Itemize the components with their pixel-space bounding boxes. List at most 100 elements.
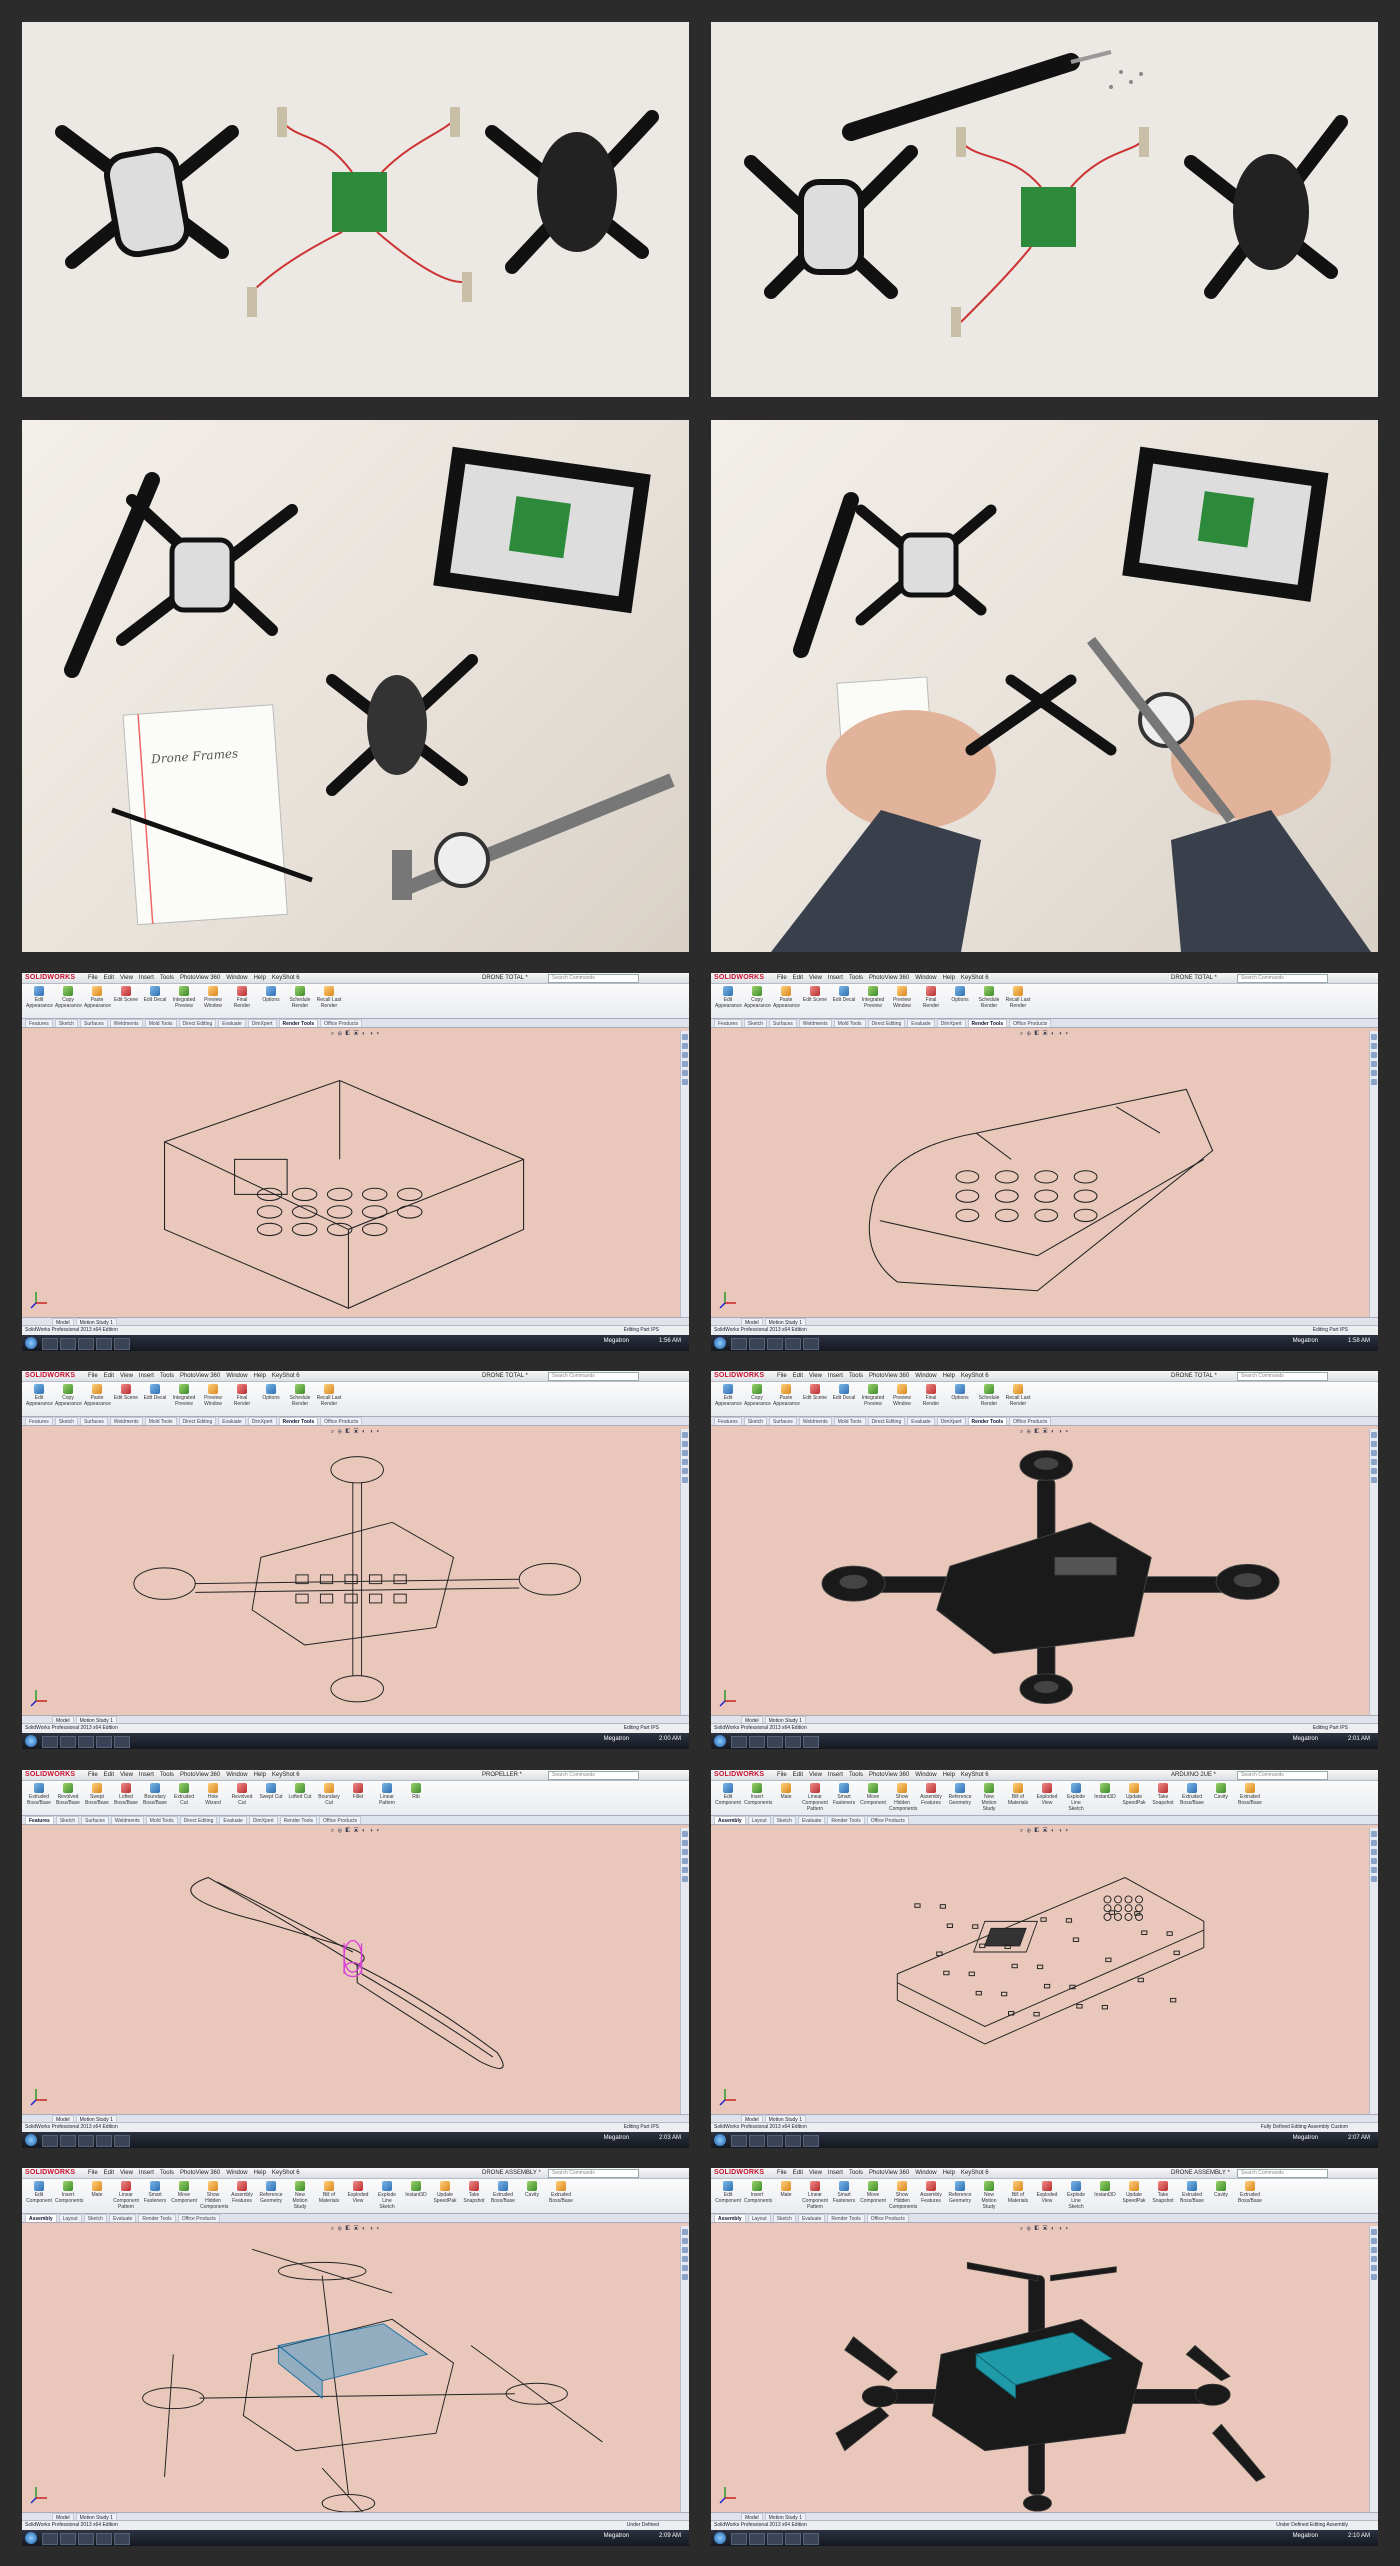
menu-item[interactable]: View [809, 975, 822, 981]
ribbon-tool[interactable]: New Motion Study [976, 2181, 1002, 2210]
taskbar-app-button[interactable] [60, 2135, 76, 2147]
ribbon-tool[interactable]: Edit Scene [802, 1384, 828, 1407]
command-tab[interactable]: Weldments [798, 1019, 832, 1027]
menu-item[interactable]: Window [226, 975, 247, 981]
menu-item[interactable]: Insert [139, 975, 154, 981]
command-tab[interactable]: Surfaces [769, 1019, 797, 1027]
command-tab[interactable]: Surfaces [80, 1019, 108, 1027]
ribbon-tool[interactable]: Recall Last Render [316, 1384, 342, 1407]
ribbon-tool[interactable]: Options [258, 986, 284, 1009]
ribbon-tool[interactable]: Show Hidden Components [200, 2181, 228, 2210]
ribbon-tool[interactable]: Extruded Boss/Base [1179, 2181, 1205, 2210]
ribbon-tool[interactable]: Extruded Boss/Base [1179, 1783, 1205, 1812]
command-tab[interactable]: Render Tools [278, 1417, 319, 1425]
taskbar-app-button[interactable] [114, 1736, 130, 1748]
ribbon-tool[interactable]: Take Snapshot [1150, 1783, 1176, 1812]
ribbon-tool[interactable]: Options [258, 1384, 284, 1407]
command-tab[interactable]: Office Products [319, 1816, 362, 1824]
taskbar-app-button[interactable] [749, 2533, 765, 2545]
search-commands-input[interactable]: Search Commands [1237, 1372, 1328, 1381]
search-commands-input[interactable]: Search Commands [1237, 2169, 1328, 2178]
command-tab[interactable]: Direct Editing [867, 1417, 906, 1425]
ribbon-tool[interactable]: Bill of Materials [1005, 1783, 1031, 1812]
menu-item[interactable]: File [88, 975, 98, 981]
menu-item[interactable]: PhotoView 360 [869, 2170, 909, 2176]
command-tab[interactable]: Office Products [1009, 1019, 1052, 1027]
ribbon-tool[interactable]: Instant3D [1092, 1783, 1118, 1812]
task-pane[interactable] [1369, 1031, 1378, 1317]
ribbon-tool[interactable]: Recall Last Render [1005, 1384, 1031, 1407]
ribbon-tool[interactable]: Paste Appearance [773, 986, 800, 1009]
ribbon-tool[interactable]: Assembly Features [229, 2181, 255, 2210]
menu-item[interactable]: Window [915, 1373, 936, 1379]
ribbon-tool[interactable]: Swept Boss/Base [84, 1783, 110, 1806]
ribbon-tool[interactable]: Schedule Render [287, 986, 313, 1009]
command-tab[interactable]: Assembly [25, 2214, 57, 2222]
ribbon-tool[interactable]: Options [947, 1384, 973, 1407]
ribbon-tool[interactable]: Edit Decal [142, 1384, 168, 1407]
command-tab[interactable]: Evaluate [797, 2214, 826, 2222]
menu-item[interactable]: Insert [139, 1772, 154, 1778]
ribbon-tool[interactable]: Exploded View [1034, 2181, 1060, 2210]
search-commands-input[interactable]: Search Commands [548, 1771, 639, 1780]
graphics-area[interactable] [711, 1825, 1370, 2114]
search-commands-input[interactable]: Search Commands [548, 974, 639, 983]
menu-item[interactable]: View [809, 1772, 822, 1778]
command-tab[interactable]: Layout [747, 1816, 771, 1824]
ribbon-tool[interactable]: Extruded Boss/Base [548, 2181, 574, 2210]
taskbar-app-button[interactable] [96, 1736, 112, 1748]
menu-item[interactable]: Tools [160, 1373, 174, 1379]
search-commands-input[interactable]: Search Commands [1237, 974, 1328, 983]
ribbon-tool[interactable]: Update SpeedPak [1121, 2181, 1147, 2210]
menu-item[interactable]: Edit [104, 975, 114, 981]
ribbon-tool[interactable]: Final Render [229, 1384, 255, 1407]
menu-item[interactable]: Insert [139, 2170, 154, 2176]
ribbon-tool[interactable]: Lofted Boss/Base [113, 1783, 139, 1806]
command-tab[interactable]: Sketch [743, 1019, 768, 1027]
command-tab[interactable]: Sketch [772, 2214, 796, 2222]
ribbon-tool[interactable]: Edit Decal [831, 1384, 857, 1407]
taskbar-app-button[interactable] [78, 2533, 94, 2545]
ribbon-tool[interactable]: Edit Appearance [26, 986, 53, 1009]
ribbon-tool[interactable]: Preview Window [200, 1384, 226, 1407]
command-tab[interactable]: Mold Tools [145, 1816, 178, 1824]
command-tab[interactable]: Layout [58, 2214, 82, 2222]
taskbar-app-button[interactable] [731, 2135, 747, 2147]
ribbon-tool[interactable]: Revolved Cut [229, 1783, 255, 1806]
command-tab[interactable]: Direct Editing [178, 1417, 217, 1425]
menu-item[interactable]: View [809, 1373, 822, 1379]
menu-item[interactable]: Help [943, 1373, 955, 1379]
ribbon-tool[interactable]: Integrated Preview [171, 986, 197, 1009]
ribbon-tool[interactable]: Final Render [229, 986, 255, 1009]
taskbar-app-button[interactable] [42, 2135, 58, 2147]
command-tab[interactable]: Evaluate [218, 1417, 246, 1425]
ribbon-tool[interactable]: Instant3D [403, 2181, 429, 2210]
ribbon-tool[interactable]: Assembly Features [918, 1783, 944, 1812]
command-tab[interactable]: DimXpert [936, 1019, 966, 1027]
taskbar-app-button[interactable] [114, 2533, 130, 2545]
ribbon-tool[interactable]: Assembly Features [918, 2181, 944, 2210]
ribbon-tool[interactable]: Copy Appearance [744, 1384, 771, 1407]
ribbon-tool[interactable]: Linear Component Pattern [113, 2181, 139, 2210]
menu-item[interactable]: File [88, 1373, 98, 1379]
menu-item[interactable]: Tools [160, 1772, 174, 1778]
ribbon-tool[interactable]: Edit Decal [142, 986, 168, 1009]
command-tab[interactable]: Evaluate [108, 2214, 137, 2222]
ribbon-tool[interactable]: Exploded View [345, 2181, 371, 2210]
command-tab[interactable]: DimXpert [247, 1019, 277, 1027]
ribbon-tool[interactable]: Schedule Render [287, 1384, 313, 1407]
menu-item[interactable]: Edit [104, 1373, 114, 1379]
ribbon-tool[interactable]: Paste Appearance [773, 1384, 800, 1407]
taskbar-app-button[interactable] [42, 2533, 58, 2545]
ribbon-tool[interactable]: Insert Components [55, 2181, 83, 2210]
menu-item[interactable]: Help [943, 1772, 955, 1778]
start-button[interactable] [714, 1735, 726, 1747]
taskbar-app-button[interactable] [60, 1338, 76, 1350]
menu-item[interactable]: Help [943, 2170, 955, 2176]
menu-item[interactable]: Insert [828, 1772, 843, 1778]
ribbon-tool[interactable]: Move Component [860, 1783, 886, 1812]
start-button[interactable] [25, 1735, 37, 1747]
taskbar-app-button[interactable] [78, 1338, 94, 1350]
taskbar-app-button[interactable] [803, 1736, 819, 1748]
search-commands-input[interactable]: Search Commands [1237, 1771, 1328, 1780]
